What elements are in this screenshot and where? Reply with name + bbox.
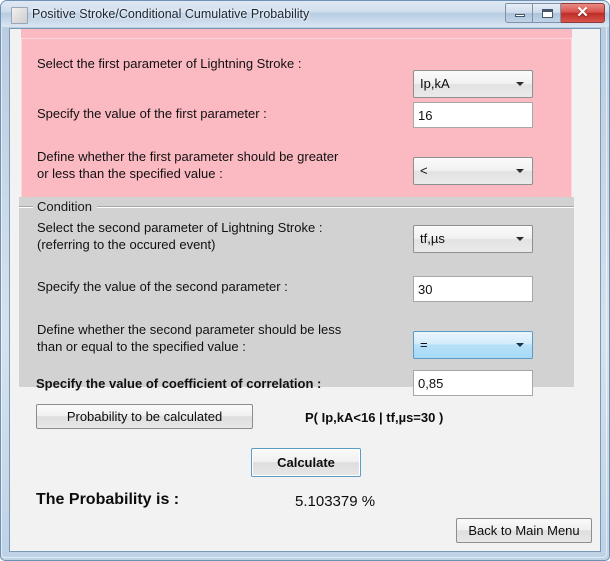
first-parameter-comparison-value: <: [420, 163, 428, 178]
second-parameter-select-label: Select the second parameter of Lightning…: [37, 220, 323, 252]
first-parameter-value-label: Specify the value of the first parameter…: [37, 106, 267, 121]
correlation-label: Specify the value of coefficient of corr…: [36, 376, 322, 391]
chevron-down-icon: [516, 237, 524, 241]
first-parameter-select-label: Select the first parameter of Lightning …: [37, 56, 302, 71]
minimize-button[interactable]: [505, 3, 533, 23]
condition-group-legend: Condition: [33, 199, 97, 215]
back-to-main-menu-button[interactable]: Back to Main Menu: [456, 518, 592, 543]
second-parameter-select[interactable]: tf,µs: [413, 225, 533, 253]
maximize-button[interactable]: [533, 3, 561, 23]
chevron-down-icon: [516, 169, 524, 173]
result-value: 5.103379 %: [295, 493, 376, 510]
second-parameter-select-value: tf,µs: [420, 231, 445, 246]
first-parameter-comparison-label: Define whether the first parameter shoul…: [37, 149, 339, 181]
client-area: Select the first parameter of Lightning …: [9, 28, 601, 552]
application-icon: [11, 7, 28, 24]
maximize-icon: [542, 9, 553, 18]
close-icon: ✕: [576, 4, 589, 21]
chevron-down-icon: [516, 343, 524, 347]
window-controls: ✕: [505, 3, 605, 24]
probability-formula: P( Ip,kA<16 | tf,µs=30 ): [305, 410, 444, 425]
calculate-button[interactable]: Calculate: [251, 448, 361, 477]
first-parameter-comparison-select[interactable]: <: [413, 157, 533, 185]
second-parameter-comparison-label: Define whether the second parameter shou…: [37, 322, 342, 354]
title-bar[interactable]: Positive Stroke/Conditional Cumulative P…: [1, 1, 609, 27]
correlation-input[interactable]: [413, 370, 533, 396]
minimize-icon: [515, 14, 525, 17]
condition-group-border-highlight: [19, 207, 574, 208]
first-parameter-value-input[interactable]: [413, 102, 533, 128]
chevron-down-icon: [516, 82, 524, 86]
close-button[interactable]: ✕: [561, 3, 605, 23]
second-parameter-comparison-select[interactable]: =: [413, 331, 533, 359]
window-title: Positive Stroke/Conditional Cumulative P…: [32, 7, 310, 21]
first-parameter-select-value: Ip,kA: [420, 76, 450, 91]
result-label: The Probability is :: [36, 491, 180, 508]
second-parameter-value-input[interactable]: [413, 276, 533, 302]
first-parameter-select[interactable]: Ip,kA: [413, 70, 533, 98]
application-window: Positive Stroke/Conditional Cumulative P…: [0, 0, 610, 561]
probability-to-be-calculated-button[interactable]: Probability to be calculated: [36, 404, 253, 429]
second-parameter-value-label: Specify the value of the second paramete…: [37, 279, 288, 294]
second-parameter-comparison-value: =: [420, 337, 428, 352]
